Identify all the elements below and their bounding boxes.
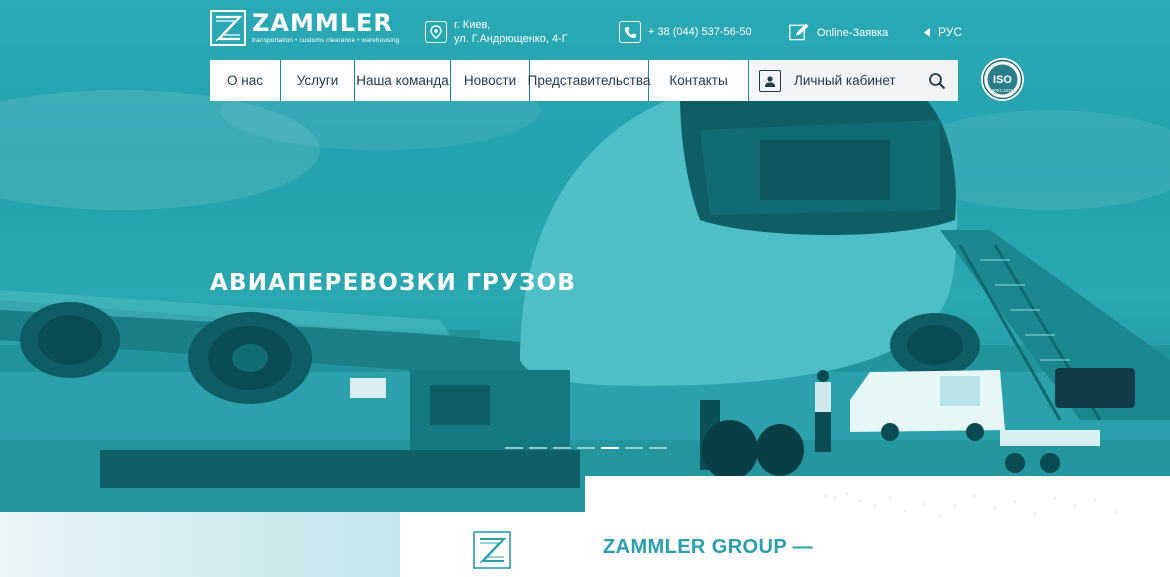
online-request-link[interactable]: Online-Заявка (817, 26, 888, 40)
zammler-small-logo-icon (473, 531, 511, 569)
slider-dot[interactable] (553, 447, 571, 449)
language-arrow-icon (924, 28, 930, 37)
phone-number[interactable]: + 38 (044) 537-56-50 (648, 25, 752, 39)
nav-item-team[interactable]: Наша команда (355, 60, 451, 101)
phone-icon (619, 21, 641, 43)
nav-item-contacts[interactable]: Контакты (649, 60, 749, 101)
main-nav: О нас Услуги Наша команда Новости Предст… (210, 60, 958, 101)
nav-item-representative-offices[interactable]: Представительства (528, 60, 650, 101)
slider-pagination (505, 447, 667, 449)
slider-dot[interactable] (649, 447, 667, 449)
iso-label: ISO (993, 74, 1012, 86)
brand-logo[interactable]: ZAMMLER transportation • customs clearan… (210, 10, 399, 46)
search-button[interactable] (926, 70, 948, 92)
brand-tagline: transportation • customs clearance • war… (252, 37, 400, 44)
world-map-pattern (823, 492, 1117, 518)
slider-dot[interactable] (577, 447, 595, 449)
user-icon (759, 69, 781, 92)
slider-dot[interactable] (529, 447, 547, 449)
personal-cabinet-link[interactable]: Личный кабинет (749, 60, 958, 101)
iso-certification-badge: ISO 9001:2015 (981, 58, 1024, 101)
location-icon (425, 21, 447, 43)
address-line-1: г. Киев, (454, 19, 491, 31)
nav-item-services[interactable]: Услуги (281, 60, 355, 101)
slider-dot[interactable] (505, 447, 523, 449)
personal-cabinet-label: Личный кабинет (794, 73, 896, 88)
brand-name: ZAMMLER (252, 9, 393, 37)
address-line-2: ул. Г.Андрющенко, 4-Г (454, 33, 568, 45)
iso-standard: 9001:2015 (992, 88, 1014, 93)
hero-title: АВИАПЕРЕВОЗКИ ГРУЗОВ (210, 270, 577, 296)
search-icon (929, 72, 946, 89)
slider-dot[interactable] (625, 447, 643, 449)
about-panel-background (585, 476, 1170, 577)
edit-form-icon (789, 21, 811, 43)
nav-item-news[interactable]: Новости (451, 60, 530, 101)
slider-dot-active[interactable] (601, 447, 619, 449)
zammler-logo-icon (210, 10, 246, 46)
language-switcher[interactable]: РУС (938, 25, 962, 39)
nav-item-about[interactable]: О нас (210, 60, 281, 101)
about-section-title: ZAMMLER GROUP — (603, 536, 814, 558)
decorative-sea-strip (0, 512, 400, 577)
iso-badge-icon: ISO 9001:2015 (982, 59, 1023, 100)
